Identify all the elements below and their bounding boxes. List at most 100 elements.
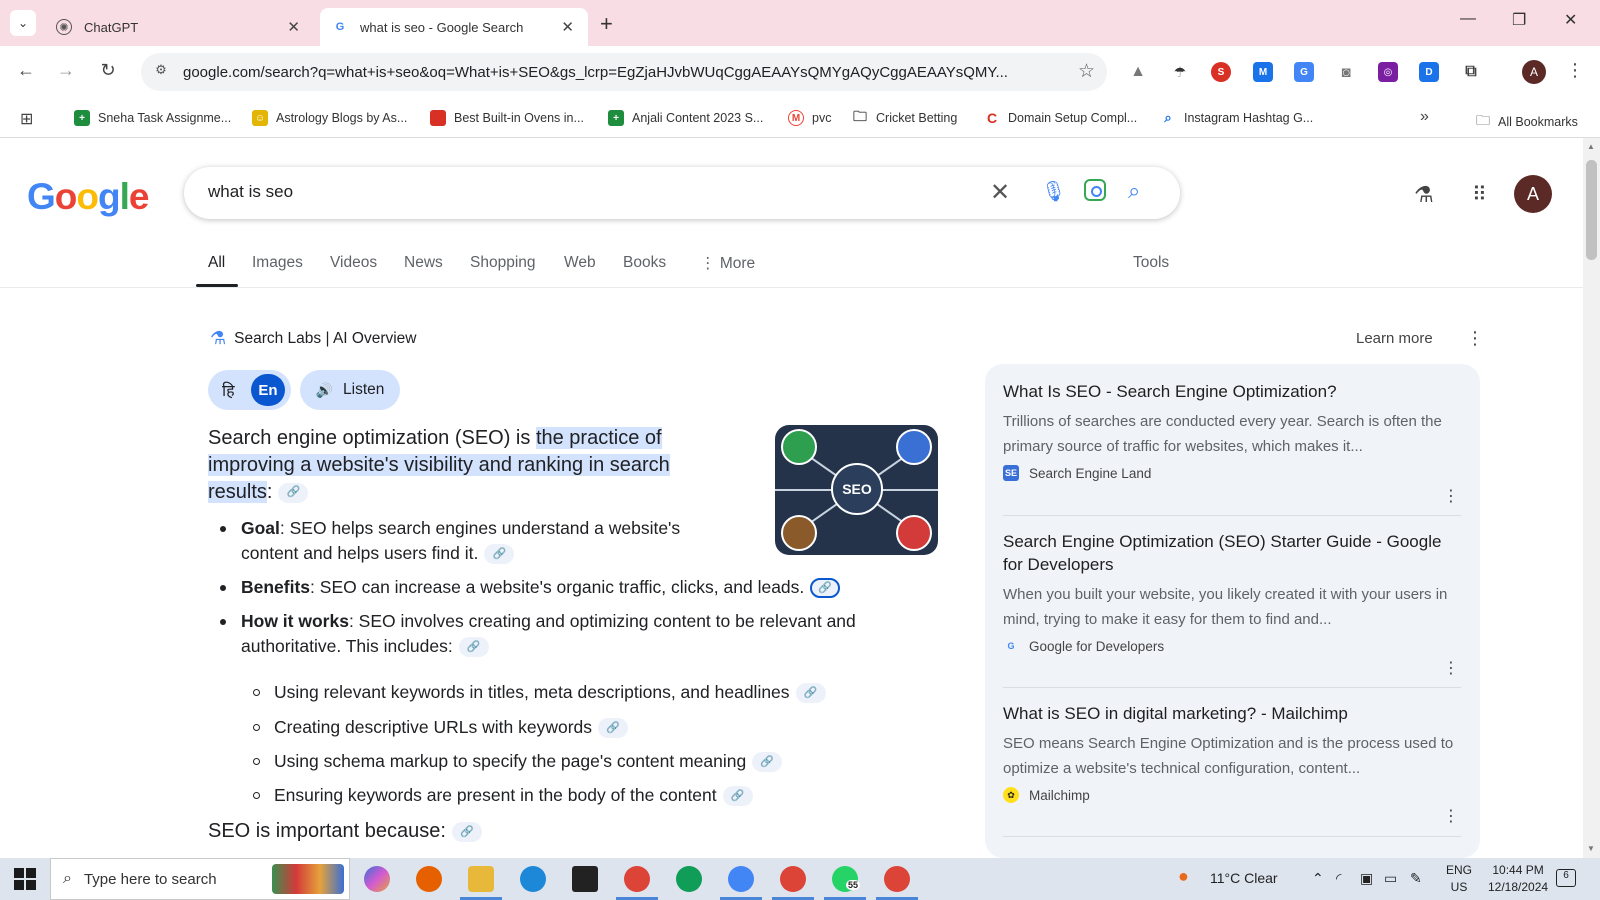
figma-icon[interactable] [572,866,598,892]
chrome-icon[interactable] [676,866,702,892]
forward-arrow-icon[interactable]: → [54,60,78,81]
hindi-option[interactable]: हि [222,379,235,401]
link-icon[interactable]: 🔗 [795,683,826,704]
extension-d-icon[interactable]: D [1419,62,1439,82]
tab-more[interactable]: ⋮ More [700,254,755,273]
link-icon[interactable]: 🔗 [278,482,309,503]
extension-umbrella-icon[interactable]: ☂ [1170,62,1190,82]
microphone-icon[interactable]: 🎙 [1041,179,1066,204]
extension-a-icon[interactable]: ▲ [1128,62,1148,82]
learn-more-link[interactable]: Learn more [1356,330,1433,347]
more-bookmarks-icon[interactable]: » [1420,108,1429,126]
clock[interactable]: 10:44 PM 12/18/2024 [1488,862,1548,896]
listen-button[interactable]: 🔊 Listen [300,370,400,410]
clear-search-icon[interactable]: ✕ [990,178,1010,207]
source-title[interactable]: What is SEO in digital marketing? - Mail… [1003,702,1463,725]
bookmark-item[interactable]: ☺ Astrology Blogs by As... [252,110,407,126]
search-box[interactable]: what is seo ✕ 🎙 ⌕ [184,167,1180,219]
link-icon[interactable]: 🔗 [598,718,629,739]
source-card[interactable]: What is SEO in digital marketing? - Mail… [1003,702,1463,825]
search-highlight-image[interactable] [272,864,344,894]
bookmark-item[interactable]: + Sneha Task Assignme... [74,110,231,126]
close-tab-icon[interactable]: ✕ [561,18,574,36]
site-settings-icon[interactable]: ⚙ [151,62,171,82]
language-toggle[interactable]: हि En [208,370,291,410]
chrome-icon[interactable] [616,866,658,900]
source-menu-icon[interactable]: ⋮ [1443,806,1459,826]
source-card[interactable]: Search Engine Optimization (SEO) Starter… [1003,530,1463,677]
notifications-icon[interactable]: 6 [1556,869,1576,887]
source-title[interactable]: Search Engine Optimization (SEO) Starter… [1003,530,1463,576]
chrome-icon[interactable] [876,866,918,900]
address-bar[interactable]: ⚙ google.com/search?q=what+is+seo&oq=Wha… [141,53,1107,91]
english-option[interactable]: En [251,374,285,406]
file-explorer-icon[interactable] [460,866,502,900]
extension-m-icon[interactable]: M [1253,62,1273,82]
url-text[interactable]: google.com/search?q=what+is+seo&oq=What+… [183,64,1053,81]
bookmark-folder[interactable]: 🗀 Cricket Betting [852,108,957,126]
tab-books[interactable]: Books [623,254,666,272]
show-hidden-icons-icon[interactable]: ⌃ [1312,870,1324,887]
chrome-icon[interactable] [772,866,814,900]
tools-button[interactable]: Tools [1133,254,1169,272]
extension-camera-icon[interactable]: ◙ [1336,62,1356,82]
bookmark-item[interactable]: ⌕ Instagram Hashtag G... [1160,110,1313,126]
extension-seo-icon[interactable]: S [1211,62,1231,82]
link-icon[interactable]: 🔗 [752,752,783,773]
source-card[interactable]: What Is SEO - Search Engine Optimization… [1003,380,1463,505]
weather-text[interactable]: 11°C Clear [1210,870,1278,886]
search-labs-icon[interactable]: ⚗ [1414,182,1434,208]
link-icon[interactable]: 🔗 [484,544,515,565]
minimize-icon[interactable]: — [1460,10,1476,28]
back-arrow-icon[interactable]: ← [14,60,38,81]
language-indicator[interactable]: ENG US [1446,862,1472,896]
tab-images[interactable]: Images [252,254,303,272]
google-lens-icon[interactable] [1084,179,1106,201]
link-icon[interactable]: 🔗 [722,786,753,807]
scrollbar-thumb[interactable] [1586,160,1597,260]
tab-search-menu-button[interactable]: ⌄ [10,10,36,36]
edge-icon[interactable] [520,866,546,892]
source-title[interactable]: What Is SEO - Search Engine Optimization… [1003,380,1463,403]
scroll-up-icon[interactable]: ▲ [1587,142,1595,151]
weather-icon[interactable]: ● [1178,866,1189,887]
bookmark-item[interactable]: M pvc [788,110,831,126]
close-tab-icon[interactable]: ✕ [287,18,300,36]
ai-overview-menu-icon[interactable]: ⋮ [1466,328,1484,349]
tab-news[interactable]: News [404,254,443,272]
chrome-profile-avatar[interactable]: A [1522,60,1546,84]
search-icon[interactable]: ⌕ [1128,178,1140,204]
maximize-icon[interactable]: ❐ [1512,10,1526,30]
seo-diagram-image[interactable]: SEO [775,425,938,555]
tab-shopping[interactable]: Shopping [470,254,536,272]
google-apps-icon[interactable]: ⠿ [1472,182,1487,207]
tab-web[interactable]: Web [564,254,596,272]
link-icon[interactable]: 🔗 [451,821,482,842]
search-input[interactable]: what is seo [208,182,293,202]
tab-chatgpt[interactable]: ✺ ChatGPT ✕ [44,8,314,46]
firefox-icon[interactable] [416,866,442,892]
all-bookmarks-folder[interactable]: 🗀 All Bookmarks [1476,110,1578,134]
extension-translate-icon[interactable]: G [1294,62,1314,82]
extensions-puzzle-icon[interactable]: ⧉ [1461,62,1481,82]
close-window-icon[interactable]: ✕ [1564,10,1577,30]
extension-capture-icon[interactable]: ◎ [1378,62,1398,82]
google-account-avatar[interactable]: A [1514,175,1552,213]
copilot-icon[interactable] [364,866,390,892]
scroll-down-icon[interactable]: ▼ [1587,844,1595,853]
reload-icon[interactable]: ↻ [96,60,120,81]
bookmark-star-icon[interactable]: ☆ [1078,60,1095,83]
page-scrollbar[interactable]: ▲ ▼ [1583,138,1600,858]
link-icon[interactable]: 🔗 [810,578,841,599]
new-tab-button[interactable]: + [600,11,613,37]
pen-icon[interactable]: ✎ [1410,870,1422,887]
battery-icon[interactable]: ▭ [1384,870,1397,887]
bookmark-item[interactable]: C Domain Setup Compl... [984,110,1137,126]
windows-start-icon[interactable] [14,868,36,890]
source-menu-icon[interactable]: ⋮ [1443,486,1459,506]
tab-videos[interactable]: Videos [330,254,377,272]
link-icon[interactable]: 🔗 [458,637,489,658]
source-menu-icon[interactable]: ⋮ [1443,658,1459,678]
google-logo[interactable]: Google [27,176,149,218]
bookmark-item[interactable]: + Anjali Content 2023 S... [608,110,763,126]
